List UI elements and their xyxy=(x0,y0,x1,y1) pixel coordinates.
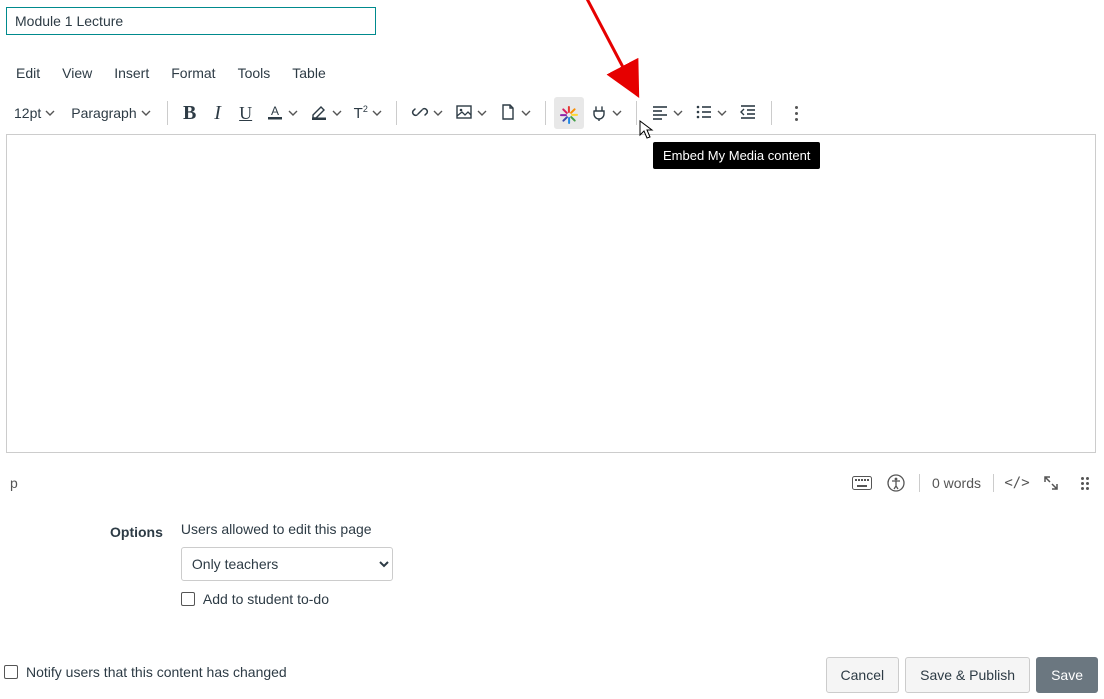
student-todo-label: Add to student to-do xyxy=(203,591,329,607)
outdent-icon xyxy=(739,103,757,124)
options-label: Options xyxy=(110,524,163,540)
highlighter-icon xyxy=(310,103,328,124)
chevron-down-icon xyxy=(288,108,298,118)
more-vertical-icon xyxy=(786,102,808,124)
svg-text:A: A xyxy=(271,104,279,118)
text-color-button[interactable]: A xyxy=(260,97,304,129)
page-title-input[interactable] xyxy=(6,7,376,35)
checkbox-icon xyxy=(4,665,18,679)
block-format-value: Paragraph xyxy=(71,105,136,121)
plug-icon xyxy=(590,103,608,124)
link-button[interactable] xyxy=(405,97,449,129)
chevron-down-icon xyxy=(673,108,683,118)
document-icon xyxy=(499,103,517,124)
notify-checkbox-row[interactable]: Notify users that this content has chang… xyxy=(4,664,287,680)
kaltura-icon xyxy=(560,104,578,122)
status-separator xyxy=(993,474,994,492)
resize-handle[interactable] xyxy=(1074,472,1096,494)
student-todo-checkbox-row[interactable]: Add to student to-do xyxy=(181,591,393,607)
editor-toolbar: 12pt Paragraph B I U A xyxy=(6,95,814,131)
document-button[interactable] xyxy=(493,97,537,129)
toolbar-separator xyxy=(167,101,168,125)
chevron-down-icon xyxy=(477,108,487,118)
toolbar-separator xyxy=(771,101,772,125)
annotation-arrow xyxy=(575,0,655,100)
embed-media-tooltip: Embed My Media content xyxy=(653,142,820,169)
fullscreen-button[interactable] xyxy=(1040,472,1062,494)
chevron-down-icon xyxy=(141,108,151,118)
editor-menubar: Edit View Insert Format Tools Table xyxy=(6,59,336,87)
menu-edit[interactable]: Edit xyxy=(6,59,50,87)
html-editor-button[interactable]: </> xyxy=(1006,472,1028,494)
chevron-down-icon xyxy=(612,108,622,118)
allowed-editors-select[interactable]: Only teachers xyxy=(181,547,393,581)
list-button[interactable] xyxy=(689,97,733,129)
chevron-down-icon xyxy=(45,108,55,118)
menu-view[interactable]: View xyxy=(52,59,102,87)
save-publish-button[interactable]: Save & Publish xyxy=(905,657,1030,693)
bullet-list-icon xyxy=(695,103,713,124)
accessibility-icon xyxy=(887,474,905,492)
image-button[interactable] xyxy=(449,97,493,129)
superscript-button[interactable]: T2 xyxy=(348,97,388,129)
footer-button-bar: Cancel Save & Publish Save xyxy=(826,657,1098,693)
editor-status-bar: p 0 words </> xyxy=(6,469,1096,497)
save-button[interactable]: Save xyxy=(1036,657,1098,693)
outdent-button[interactable] xyxy=(733,97,763,129)
menu-format[interactable]: Format xyxy=(161,59,225,87)
menu-insert[interactable]: Insert xyxy=(104,59,159,87)
chevron-down-icon xyxy=(717,108,727,118)
plugin-button[interactable] xyxy=(584,97,628,129)
image-icon xyxy=(455,103,473,124)
toolbar-separator xyxy=(545,101,546,125)
toolbar-separator xyxy=(636,101,637,125)
highlight-color-button[interactable] xyxy=(304,97,348,129)
chevron-down-icon xyxy=(332,108,342,118)
keyboard-icon xyxy=(852,476,872,490)
align-button[interactable] xyxy=(645,97,689,129)
font-size-value: 12pt xyxy=(14,105,41,121)
allowed-editors-label: Users allowed to edit this page xyxy=(181,521,393,537)
block-format-dropdown[interactable]: Paragraph xyxy=(63,97,158,129)
chevron-down-icon xyxy=(372,108,382,118)
word-count[interactable]: 0 words xyxy=(932,475,981,491)
chevron-down-icon xyxy=(521,108,531,118)
underline-icon: U xyxy=(239,103,252,124)
drag-handle-icon xyxy=(1081,477,1089,490)
italic-button[interactable]: I xyxy=(204,97,232,129)
bold-icon: B xyxy=(183,102,196,125)
chevron-down-icon xyxy=(433,108,443,118)
align-left-icon xyxy=(651,103,669,124)
keyboard-shortcuts-button[interactable] xyxy=(851,472,873,494)
notify-label: Notify users that this content has chang… xyxy=(26,664,287,680)
toolbar-separator xyxy=(396,101,397,125)
code-icon: </> xyxy=(1004,475,1029,491)
status-separator xyxy=(919,474,920,492)
element-path[interactable]: p xyxy=(6,475,18,491)
italic-icon: I xyxy=(214,102,221,125)
checkbox-icon xyxy=(181,592,195,606)
text-color-icon: A xyxy=(266,103,284,124)
superscript-icon: T2 xyxy=(354,104,368,122)
underline-button[interactable]: U xyxy=(232,97,260,129)
link-icon xyxy=(411,103,429,124)
menu-table[interactable]: Table xyxy=(282,59,335,87)
editor-content-area[interactable] xyxy=(6,134,1096,453)
bold-button[interactable]: B xyxy=(176,97,204,129)
expand-icon xyxy=(1042,474,1060,492)
embed-media-button[interactable] xyxy=(554,97,584,129)
options-section: Options Users allowed to edit this page … xyxy=(110,521,393,607)
menu-tools[interactable]: Tools xyxy=(228,59,281,87)
more-tools-button[interactable] xyxy=(780,97,814,129)
accessibility-checker-button[interactable] xyxy=(885,472,907,494)
font-size-dropdown[interactable]: 12pt xyxy=(6,97,63,129)
cancel-button[interactable]: Cancel xyxy=(826,657,900,693)
